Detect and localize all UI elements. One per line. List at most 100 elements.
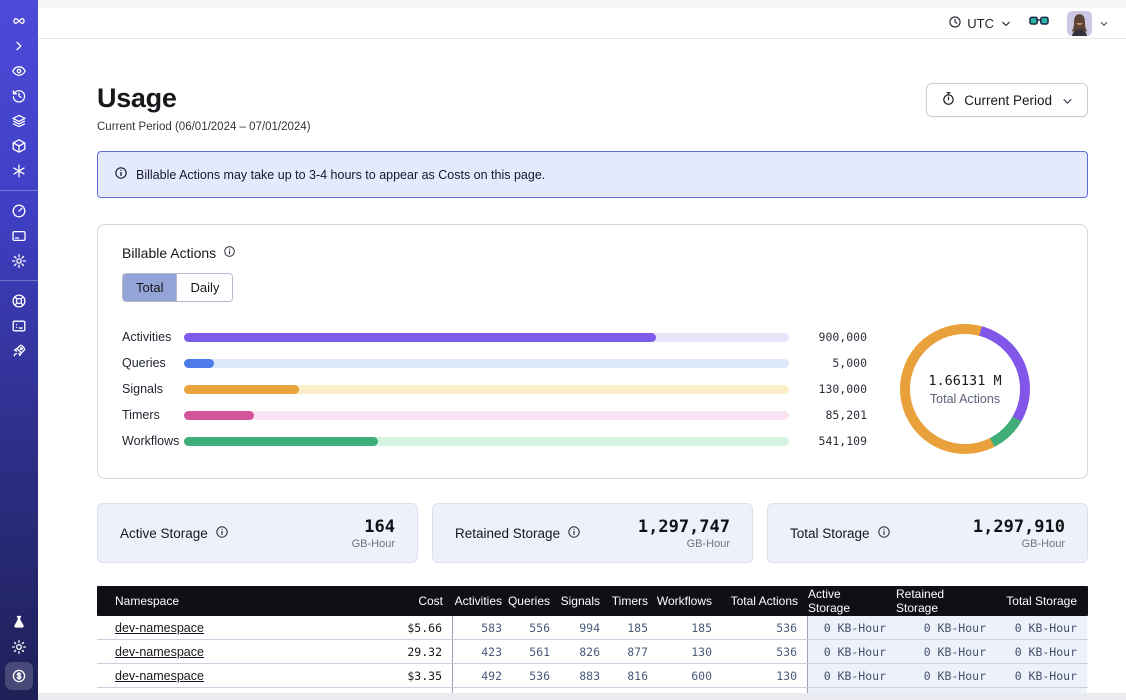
sidebar-item-layers-icon[interactable] <box>4 108 34 133</box>
storage-card-label: Retained Storage <box>455 526 560 541</box>
bar-fill <box>184 385 299 394</box>
timezone-selector[interactable]: UTC <box>948 15 1011 32</box>
storage-card-unit: GB-Hour <box>638 538 730 550</box>
clock-icon <box>948 15 962 32</box>
storage-card-value: 164 <box>352 517 395 537</box>
info-icon[interactable] <box>215 525 229 542</box>
bar-fill <box>184 333 656 342</box>
table-cell: 0 KB-Hour <box>1015 669 1077 683</box>
table-cell: 185 <box>627 621 648 635</box>
table-header-cost: Cost <box>373 586 453 616</box>
table-header-active-storage: Active Storage <box>808 586 896 616</box>
sidebar-item-namespaces-icon[interactable] <box>4 58 34 83</box>
bar-row-signals: Signals130,000 <box>122 376 867 402</box>
table-cell: 492 <box>481 669 502 683</box>
namespace-link[interactable]: dev-namespace <box>115 621 204 635</box>
table-cell: 130 <box>691 645 712 659</box>
table-cell: 0 KB-Hour <box>824 669 886 683</box>
info-icon[interactable] <box>877 525 891 542</box>
tab-daily[interactable]: Daily <box>176 274 232 301</box>
table-header-retained-storage: Retained Storage <box>896 586 996 616</box>
bar-row-queries: Queries5,000 <box>122 350 867 376</box>
bar-label: Workflows <box>122 434 184 448</box>
period-dropdown-label: Current Period <box>964 93 1052 108</box>
table-cell: $5.66 <box>407 621 442 635</box>
sidebar-item-gear-icon[interactable] <box>4 248 34 273</box>
sidebar-item-monitor-icon[interactable] <box>4 313 34 338</box>
bar-value: 541,109 <box>801 434 867 448</box>
window-top-strip <box>38 0 1126 8</box>
storage-card-retained-storage: Retained Storage 1,297,747GB-Hour <box>432 503 753 563</box>
table-cell: 0 KB-Hour <box>924 645 986 659</box>
table-cell: 556 <box>529 621 550 635</box>
total-actions-donut-box: 1.66131 M Total Actions <box>867 324 1063 454</box>
tab-total[interactable]: Total <box>123 274 176 301</box>
chevron-down-icon <box>999 17 1011 29</box>
sidebar-item-chevron-right-icon[interactable] <box>4 33 34 58</box>
account-menu[interactable] <box>1067 11 1110 36</box>
avatar <box>1067 11 1092 36</box>
bar-value: 130,000 <box>801 382 867 396</box>
sidebar-item-lifebuoy-icon[interactable] <box>4 288 34 313</box>
bar-value: 5,000 <box>801 356 867 370</box>
bar-label: Timers <box>122 408 184 422</box>
storage-card-label: Total Storage <box>790 526 870 541</box>
table-cell: 994 <box>579 621 600 635</box>
sidebar-divider <box>0 280 38 281</box>
table-header-total-storage: Total Storage <box>996 586 1087 616</box>
table-cell: 583 <box>481 621 502 635</box>
sidebar-item-history-icon[interactable] <box>4 83 34 108</box>
feedback-glasses-button[interactable] <box>1029 14 1049 33</box>
info-icon[interactable] <box>223 245 236 261</box>
table-row: dev-namespace$5.665835569941851855360 KB… <box>97 616 1088 640</box>
timezone-label: UTC <box>967 16 994 31</box>
bar-track <box>184 437 789 446</box>
current-period-subtitle: Current Period (06/01/2024 – 07/01/2024) <box>97 121 311 133</box>
table-row: dev-namespace$3.354925368838166001300 KB… <box>97 664 1088 688</box>
table-cell: 29.32 <box>407 645 442 659</box>
total-actions-value: 1.66131 M <box>928 373 1001 389</box>
total-actions-label: Total Actions <box>930 392 1000 406</box>
table-header-queries: Queries <box>512 586 560 616</box>
storage-card-value: 1,297,910 <box>973 517 1065 537</box>
billable-tabs: TotalDaily <box>122 273 233 302</box>
storage-card-value: 1,297,747 <box>638 517 730 537</box>
bar-fill <box>184 359 214 368</box>
sidebar-item-card-icon[interactable] <box>4 223 34 248</box>
table-cell: 536 <box>776 645 797 659</box>
table-cell: 877 <box>627 645 648 659</box>
table-header-signals: Signals <box>560 586 610 616</box>
page-title: Usage <box>97 83 311 114</box>
page-content: Usage Current Period (06/01/2024 – 07/01… <box>38 83 1126 700</box>
sidebar-item-temporal-logo[interactable] <box>4 8 34 33</box>
sidebar-divider <box>0 190 38 191</box>
table-header-activities: Activities <box>453 586 512 616</box>
billable-actions-bar-chart: Activities900,000Queries5,000Signals130,… <box>122 324 867 454</box>
info-icon[interactable] <box>567 525 581 542</box>
table-cell: 185 <box>691 621 712 635</box>
sidebar-item-rocket-icon[interactable] <box>4 338 34 363</box>
table-cell: 816 <box>627 669 648 683</box>
sidebar-item-usage-billing-icon[interactable] <box>5 662 33 690</box>
table-cell: $3.35 <box>407 669 442 683</box>
bar-track <box>184 411 789 420</box>
period-dropdown-button[interactable]: Current Period <box>926 83 1088 117</box>
sidebar-item-asterisk-icon[interactable] <box>4 158 34 183</box>
topbar: UTC <box>38 8 1126 39</box>
bar-value: 85,201 <box>801 408 867 422</box>
namespace-link[interactable]: dev-namespace <box>115 645 204 659</box>
table-cell: 130 <box>776 669 797 683</box>
storage-card-label: Active Storage <box>120 526 208 541</box>
sidebar-item-sun-icon[interactable] <box>4 634 34 659</box>
bar-track <box>184 333 789 342</box>
bar-track <box>184 359 789 368</box>
main-area: UTC Usage Current Period (06/01/2024 – 0… <box>38 0 1126 700</box>
info-icon <box>114 166 128 183</box>
sidebar-item-gauge-icon[interactable] <box>4 198 34 223</box>
table-header-namespace: Namespace <box>97 586 373 616</box>
sidebar-item-cube-icon[interactable] <box>4 133 34 158</box>
table-cell: 826 <box>579 645 600 659</box>
namespace-link[interactable]: dev-namespace <box>115 669 204 683</box>
sidebar-item-flask-icon[interactable] <box>4 609 34 634</box>
table-cell: 0 KB-Hour <box>824 645 886 659</box>
